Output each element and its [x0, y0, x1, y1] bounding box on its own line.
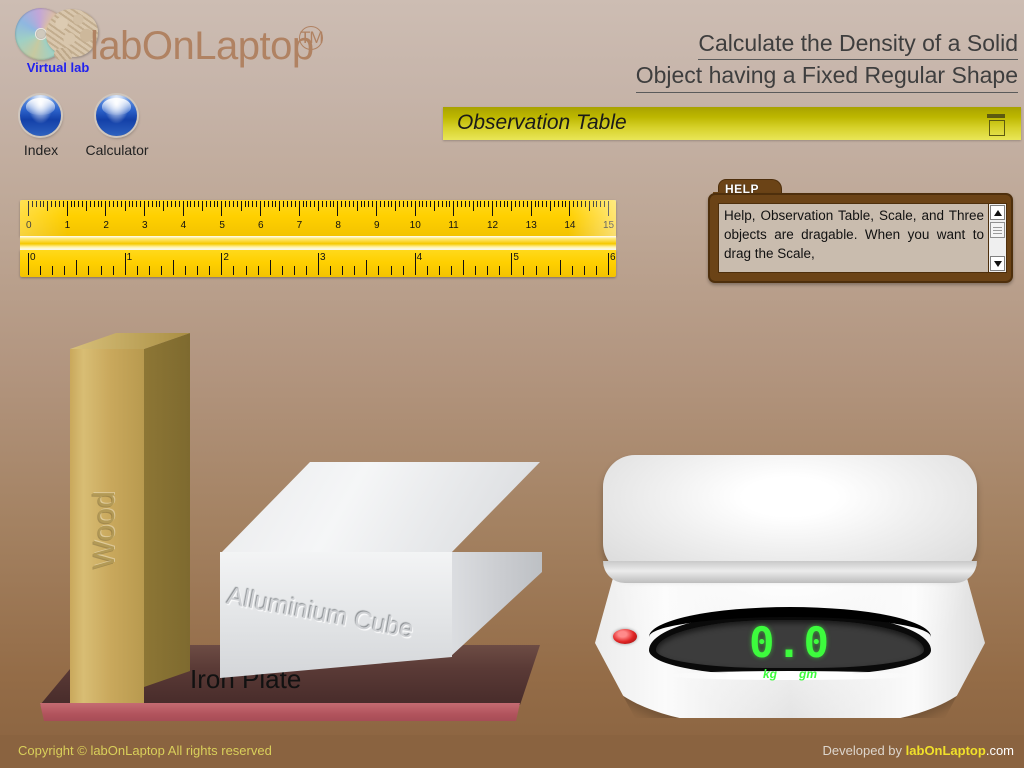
- calculator-button[interactable]: [96, 95, 137, 136]
- scrollbar-thumb[interactable]: [990, 222, 1005, 238]
- observation-table-label: Observation Table: [457, 111, 627, 134]
- developed-tld: .com: [985, 743, 1014, 758]
- wood-block-side-face: [144, 333, 190, 687]
- scroll-down-button[interactable]: [990, 256, 1005, 271]
- iron-plate-front-face: [40, 703, 520, 721]
- unit-gm-label: gm: [799, 667, 817, 681]
- footer: Copyright © labOnLaptop All rights reser…: [0, 735, 1024, 768]
- help-panel[interactable]: HELP Help, Observation Table, Scale, and…: [708, 179, 1013, 284]
- page-title-line-1: Calculate the Density of a Solid: [698, 28, 1018, 61]
- page-title-line-2: Object having a Fixed Regular Shape: [635, 60, 1018, 93]
- unit-kg-label: kg: [762, 667, 777, 681]
- developed-brand: labOnLaptop: [905, 743, 986, 758]
- cube-side-face: [450, 552, 542, 657]
- weighing-scale[interactable]: 0.0 kg gm: [585, 455, 995, 730]
- help-text: Help, Observation Table, Scale, and Thre…: [724, 208, 984, 262]
- ruler[interactable]: 0 1 2 3 4 5 6 7 8 9 10 11 12 13 14 15 0123456: [20, 200, 616, 277]
- help-scrollbar[interactable]: [988, 204, 1006, 272]
- brand-name: labOnLaptop: [90, 24, 314, 68]
- page-title: Calculate the Density of a Solid Object …: [635, 28, 1018, 93]
- application-stage: Virtual lab labOnLaptop TM Index Calcula…: [0, 0, 1024, 768]
- trademark-icon: TM: [299, 26, 324, 50]
- observation-table-panel[interactable]: Observation Table: [443, 107, 1021, 140]
- scale-plate-lip: [603, 561, 977, 583]
- ruler-middle-band: [20, 236, 616, 250]
- cube-top-face: [220, 462, 540, 554]
- index-button[interactable]: [20, 95, 61, 136]
- copyright-text: Copyright © labOnLaptop All rights reser…: [18, 743, 272, 758]
- developed-prefix: Developed by: [822, 743, 906, 758]
- calculator-button-label: Calculator: [85, 142, 149, 158]
- help-frame: Help, Observation Table, Scale, and Thre…: [708, 193, 1013, 283]
- scale-units: kg gm: [649, 667, 931, 681]
- scroll-up-button[interactable]: [990, 205, 1005, 220]
- scale-reading: 0.0: [749, 618, 831, 667]
- scale-weighing-plate[interactable]: [603, 455, 977, 575]
- table-window-icon[interactable]: [987, 114, 1005, 136]
- developed-by-text: Developed by labOnLaptop.com: [823, 743, 1014, 758]
- aluminium-cube[interactable]: Alluminium Cube: [220, 462, 542, 697]
- power-led-icon: [613, 629, 637, 644]
- wood-block[interactable]: Wood: [70, 333, 192, 703]
- help-content-area: Help, Observation Table, Scale, and Thre…: [718, 203, 1007, 273]
- wood-block-label: Wood: [88, 491, 121, 569]
